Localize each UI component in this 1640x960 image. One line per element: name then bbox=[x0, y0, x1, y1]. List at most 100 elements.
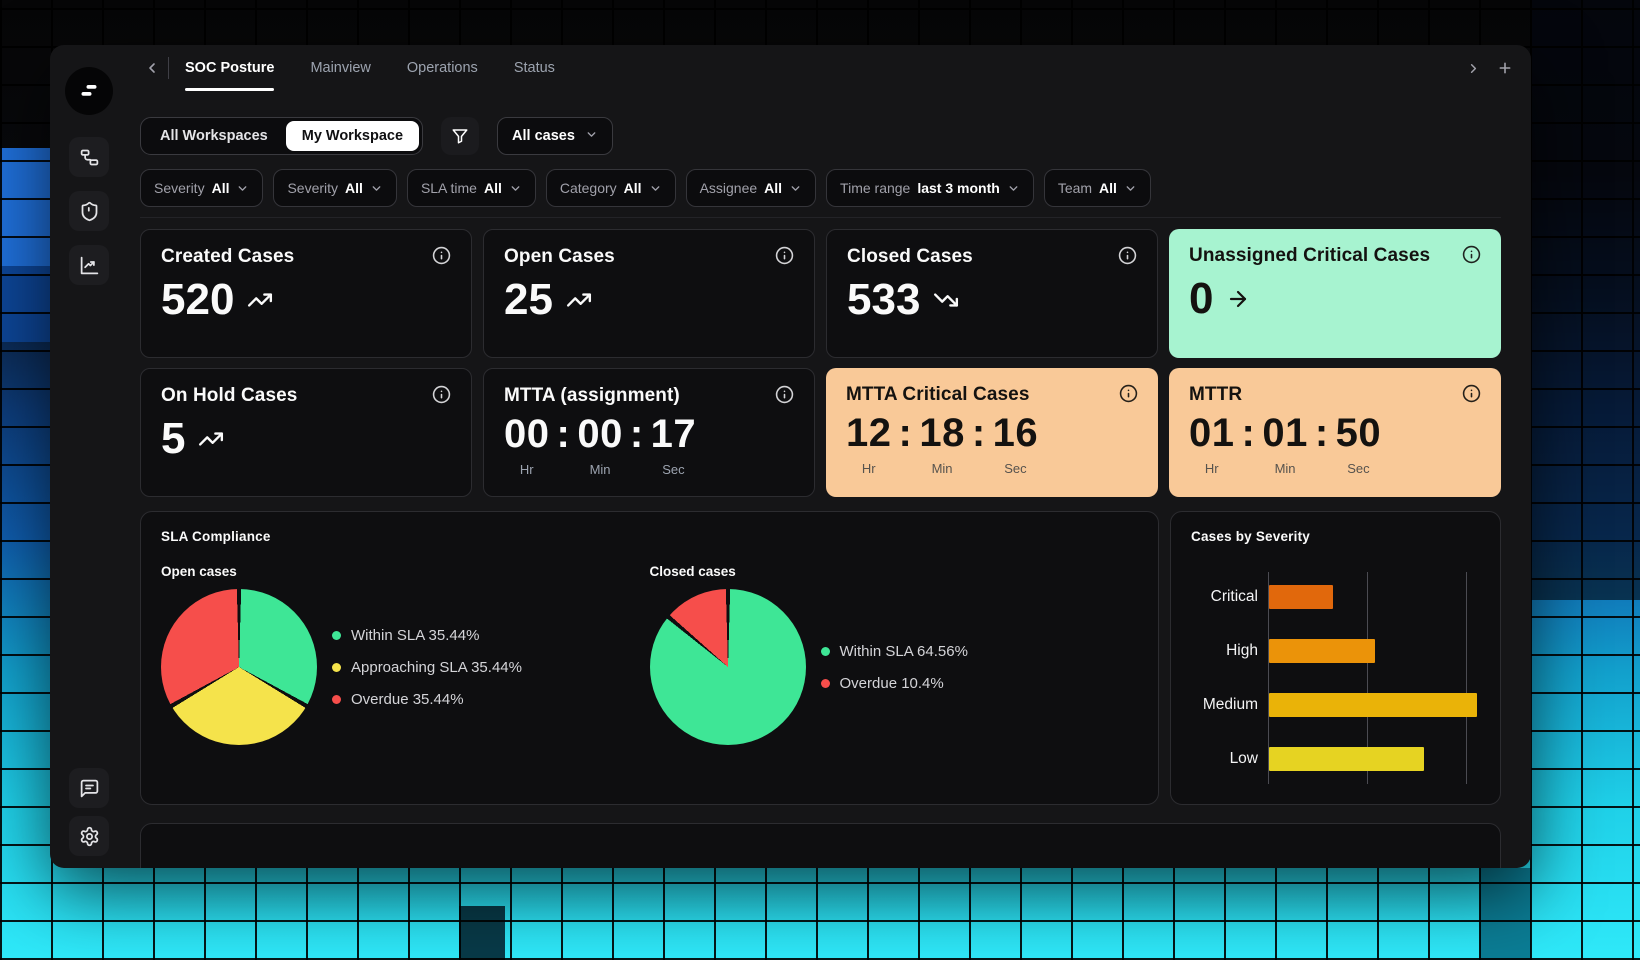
filter-pill-assignee-4[interactable]: AssigneeAll bbox=[686, 169, 816, 207]
info-icon-button[interactable] bbox=[775, 385, 794, 404]
kpi-value: 25 bbox=[504, 278, 553, 322]
bottom-panel bbox=[140, 823, 1501, 868]
pie-legend: Within SLA 64.56%Overdue 10.4% bbox=[821, 643, 968, 692]
filter-pill-value: All bbox=[484, 180, 502, 196]
info-icon-button[interactable] bbox=[1462, 384, 1481, 403]
filter-pill-value: last 3 month bbox=[917, 180, 999, 196]
info-icon-button[interactable] bbox=[1462, 245, 1481, 264]
filter-pill-label: Category bbox=[560, 180, 617, 196]
case-type-dropdown[interactable]: All cases bbox=[497, 117, 613, 155]
sidebar-item-analytics[interactable] bbox=[69, 245, 109, 285]
info-icon-button[interactable] bbox=[432, 246, 451, 265]
severity-bar-low bbox=[1269, 747, 1424, 771]
sidebar-item-security[interactable] bbox=[69, 191, 109, 231]
chevron-down-icon bbox=[649, 182, 662, 195]
duration-unit-label: Min bbox=[932, 461, 953, 476]
chevron-down-icon bbox=[789, 182, 802, 195]
severity-bar-high bbox=[1269, 639, 1375, 663]
sidebar bbox=[50, 45, 128, 868]
filter-pill-category-3[interactable]: CategoryAll bbox=[546, 169, 676, 207]
filter-pill-severity-1[interactable]: SeverityAll bbox=[273, 169, 396, 207]
filter-button[interactable] bbox=[441, 117, 479, 155]
chevron-down-icon bbox=[1007, 182, 1020, 195]
tab-bar: SOC Posture Mainview Operations Status bbox=[128, 45, 1531, 91]
chevron-down-icon bbox=[585, 128, 598, 145]
filter-pill-value: All bbox=[212, 180, 230, 196]
info-icon-button[interactable] bbox=[775, 246, 794, 265]
chevron-down-icon bbox=[236, 182, 249, 195]
kpi-card-unassigned-critical-cases: Unassigned Critical Cases0 bbox=[1169, 229, 1501, 358]
filter-pill-team-6[interactable]: TeamAll bbox=[1044, 169, 1151, 207]
kpi-card-mtta-critical-cases: MTTA Critical Cases12Hr:18Min:16Sec bbox=[826, 368, 1158, 497]
sla-panel-title: SLA Compliance bbox=[161, 529, 1138, 544]
duration-unit-label: Sec bbox=[662, 462, 684, 477]
filter-pill-label: Severity bbox=[287, 180, 338, 196]
add-tab-button[interactable] bbox=[1495, 58, 1515, 78]
kpi-duration-value: 12Hr:18Min:16Sec bbox=[846, 412, 1138, 476]
sidebar-item-settings[interactable] bbox=[69, 816, 109, 856]
info-icon-button[interactable] bbox=[1119, 384, 1138, 403]
cases-by-severity-panel: Cases by Severity CriticalHighMediumLow bbox=[1170, 511, 1501, 805]
logo-icon bbox=[77, 79, 101, 103]
severity-row-low: Low bbox=[1191, 732, 1480, 786]
tabs-forward-button[interactable] bbox=[1464, 58, 1483, 78]
sidebar-item-workflows[interactable] bbox=[69, 137, 109, 177]
severity-row-critical: Critical bbox=[1191, 570, 1480, 624]
tab-mainview[interactable]: Mainview bbox=[310, 45, 370, 91]
severity-category-label: Medium bbox=[1191, 696, 1268, 714]
filter-pill-sla-time-2[interactable]: SLA timeAll bbox=[407, 169, 536, 207]
severity-bar-track bbox=[1268, 693, 1480, 717]
kpi-value: 520 bbox=[161, 278, 234, 322]
duration-colon: : bbox=[557, 413, 571, 455]
chevron-down-icon bbox=[1124, 182, 1137, 195]
tab-status[interactable]: Status bbox=[514, 45, 555, 91]
kpi-card-title: Created Cases bbox=[161, 246, 294, 268]
tab-soc-posture[interactable]: SOC Posture bbox=[185, 45, 274, 91]
info-icon bbox=[432, 385, 451, 404]
kpi-card-created-cases: Created Cases 520 bbox=[140, 229, 472, 358]
sidebar-bottom bbox=[69, 768, 109, 856]
up-trend-indicator bbox=[247, 287, 273, 313]
kpi-card-title: MTTA Critical Cases bbox=[846, 384, 1030, 406]
settings-gear-icon bbox=[79, 826, 100, 847]
info-icon bbox=[432, 246, 451, 265]
kpi-card-title: Unassigned Critical Cases bbox=[1189, 245, 1430, 267]
duration-digits: 18 bbox=[919, 412, 965, 454]
legend-dot bbox=[332, 663, 341, 672]
open-cases-chart: Open casesWithin SLA 35.44%Approaching S… bbox=[161, 564, 650, 745]
chevron-down-icon bbox=[370, 182, 383, 195]
sidebar-item-feedback[interactable] bbox=[69, 768, 109, 808]
severity-bar-track bbox=[1268, 585, 1480, 609]
legend-label: Within SLA 35.44% bbox=[351, 627, 479, 644]
legend-item: Within SLA 35.44% bbox=[332, 627, 522, 644]
duration-colon: : bbox=[630, 413, 644, 455]
app-logo[interactable] bbox=[65, 67, 113, 115]
plus-icon bbox=[1497, 60, 1513, 76]
kpi-card-open-cases: Open Cases25 bbox=[483, 229, 815, 358]
legend-label: Approaching SLA 35.44% bbox=[351, 659, 522, 676]
down-trend-indicator bbox=[933, 287, 959, 313]
duration-colon: : bbox=[1315, 412, 1329, 454]
filters-primary-row: All WorkspacesMy Workspace All cases bbox=[140, 117, 1501, 155]
duration-unit-label: Hr bbox=[862, 461, 876, 476]
feedback-icon bbox=[79, 778, 100, 799]
trending-up-icon bbox=[247, 287, 273, 313]
legend-item: Within SLA 64.56% bbox=[821, 643, 968, 660]
info-icon-button[interactable] bbox=[1118, 246, 1137, 265]
workflow-icon bbox=[79, 147, 100, 168]
filter-pill-label: Time range bbox=[840, 180, 910, 196]
kpi-value: 5 bbox=[161, 417, 185, 461]
tabs-back-button[interactable] bbox=[142, 58, 162, 78]
filter-pill-severity-0[interactable]: SeverityAll bbox=[140, 169, 263, 207]
chevron-right-icon bbox=[1466, 61, 1481, 76]
app-window: SOC Posture Mainview Operations Status All … bbox=[50, 45, 1531, 868]
legend-dot bbox=[821, 647, 830, 656]
tab-operations[interactable]: Operations bbox=[407, 45, 478, 91]
severity-bar-track bbox=[1268, 639, 1480, 663]
workspace-option-all-workspaces[interactable]: All Workspaces bbox=[144, 121, 284, 151]
info-icon-button[interactable] bbox=[432, 385, 451, 404]
workspace-option-my-workspace[interactable]: My Workspace bbox=[286, 121, 419, 151]
kpi-card-mtta-assignment: MTTA (assignment)00Hr:00Min:17Sec bbox=[483, 368, 815, 497]
kpi-card-closed-cases: Closed Cases533 bbox=[826, 229, 1158, 358]
filter-pill-time-range-5[interactable]: Time range last 3 month bbox=[826, 169, 1034, 207]
